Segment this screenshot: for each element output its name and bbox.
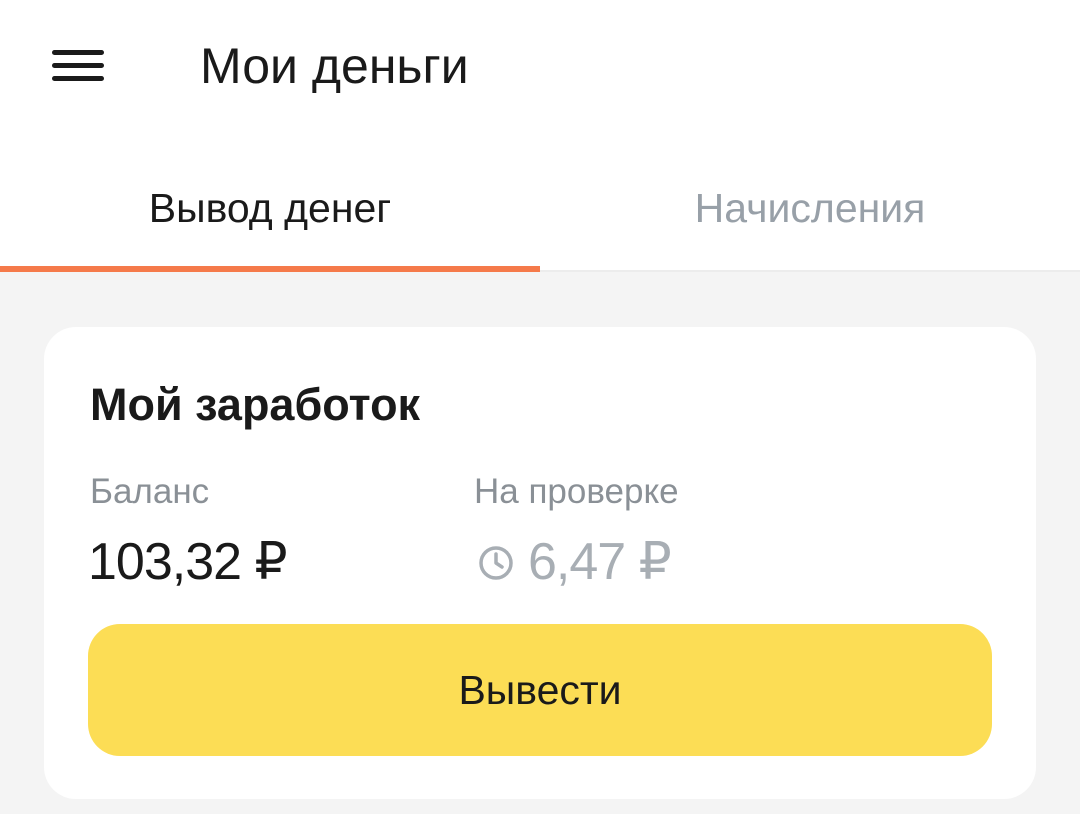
balance-value: 103,32 ₽ — [88, 533, 288, 591]
money-page: Мои деньги Вывод денег Начисления Мой за… — [0, 0, 1080, 814]
clock-icon — [479, 546, 513, 580]
balance-label: Баланс — [90, 472, 210, 511]
active-tab-indicator — [0, 266, 540, 272]
review-amount: 6,47 ₽ — [478, 531, 672, 593]
menu-icon-line — [52, 76, 104, 81]
review-label: На проверке — [474, 472, 679, 511]
app-bar: Мои деньги — [0, 0, 1080, 130]
menu-icon-line — [52, 50, 104, 55]
menu-icon-line — [52, 63, 104, 68]
review-value: 6,47 ₽ — [528, 533, 672, 591]
tab-withdraw[interactable]: Вывод денег — [0, 130, 540, 272]
tab-bar: Вывод денег Начисления — [0, 130, 1080, 272]
menu-button[interactable] — [38, 34, 118, 98]
tab-accruals[interactable]: Начисления — [540, 130, 1080, 272]
earnings-card: Мой заработок Баланс На проверке 103,32 … — [44, 327, 1036, 799]
page-title: Мои деньги — [200, 38, 469, 94]
withdraw-button[interactable]: Вывести — [88, 624, 992, 756]
earnings-title: Мой заработок — [90, 379, 421, 430]
